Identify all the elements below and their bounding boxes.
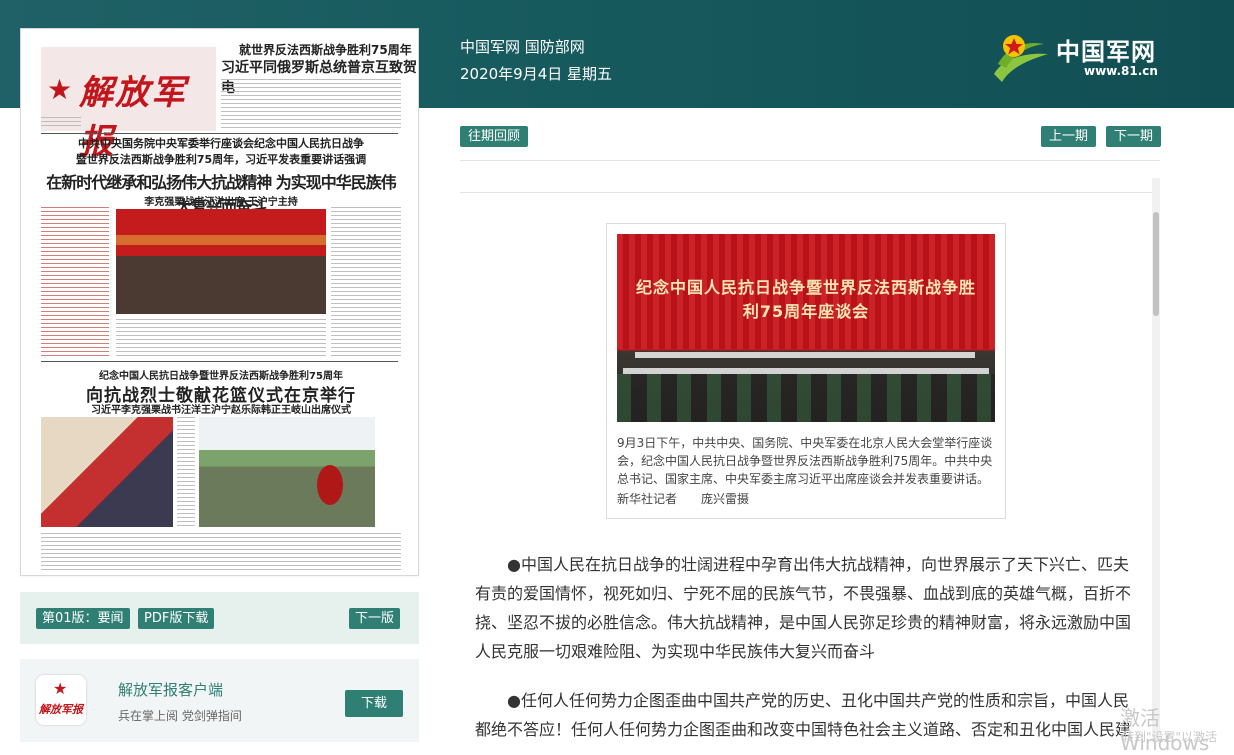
article-paragraph: ●中国人民在抗日战争的壮阔进程中孕育出伟大抗战精神，向世界展示了天下兴亡、匹夫有… <box>475 555 1132 661</box>
app-logo-icon: ★ 解放军报 <box>36 675 86 725</box>
divider <box>460 192 1160 193</box>
article-paragraph: ●任何人任何势力企图歪曲中国共产党的历史、丑化中国共产党的性质和宗旨，中国人民都… <box>475 691 1132 739</box>
newspaper-page-preview[interactable]: ★ 解放军报 就世界反法西斯战争胜利75周年 习近平同俄罗斯总统普京互致贺电 中… <box>20 28 419 576</box>
second-kicker: 纪念中国人民抗日战争暨世界反法西斯战争胜利75周年 <box>99 371 343 382</box>
article-scrollbar[interactable] <box>1152 178 1160 742</box>
divider <box>41 361 398 362</box>
next-issue-button[interactable]: 下一期 <box>1106 126 1162 147</box>
logo-url: www.81.cn <box>1084 64 1158 78</box>
lead-subhead: 李克强栗战书汪洋出席 王沪宁主持 <box>144 197 298 208</box>
wreath-photo <box>199 417 375 527</box>
activate-windows-hint: 转到"设置"以激活 <box>1122 730 1218 744</box>
photo-caption: 9月3日下午，中共中央、国务院、中央军委在北京人民大会堂举行座谈会，纪念中国人民… <box>617 436 993 486</box>
previous-issue-button[interactable]: 上一期 <box>1041 126 1097 147</box>
edition-label[interactable]: 第01版：要闻 <box>36 608 130 629</box>
scrollbar-thumb[interactable] <box>1153 212 1159 316</box>
body-text-block <box>41 207 109 357</box>
site-logo[interactable]: 中国军网 www.81.cn <box>988 30 1163 86</box>
divider <box>41 133 398 134</box>
body-text-block <box>331 207 401 357</box>
lead-kicker-1: 中共中央国务院中央军委举行座谈会纪念中国人民抗日战争 <box>78 137 364 150</box>
archive-button[interactable]: 往期回顾 <box>460 126 529 147</box>
ceremony-photo <box>41 417 173 527</box>
page-top-kicker: 就世界反法西斯战争胜利75周年 <box>239 43 412 57</box>
lead-kicker-2: 暨世界反法西斯战争胜利75周年，习近平发表重要讲话强调 <box>75 153 367 166</box>
app-promo: ★ 解放军报 解放军报客户端 兵在掌上阅 党剑弹指间 下载 <box>20 659 419 742</box>
article-photo[interactable]: 纪念中国人民抗日战争暨世界反法西斯战争胜利75周年座谈会 <box>617 234 995 422</box>
body-text-block <box>41 533 401 573</box>
edition-bar: 第01版：要闻 PDF版下载 下一版 <box>20 592 419 644</box>
body-text-block <box>221 79 401 129</box>
divider <box>460 160 1160 161</box>
star-icon: ★ <box>47 73 73 106</box>
pdf-download-button[interactable]: PDF版下载 <box>138 608 215 629</box>
header-info: 中国军网 国防部网 2020年9月4日 星期五 <box>460 34 612 88</box>
body-text-block <box>116 319 326 357</box>
article-photo-card: 纪念中国人民抗日战争暨世界反法西斯战争胜利75周年座谈会 9月3日下午，中共中央… <box>606 223 1006 519</box>
issue-date: 2020年9月4日 星期五 <box>460 65 613 83</box>
next-edition-button[interactable]: 下一版 <box>349 608 401 629</box>
logo-emblem-icon <box>994 35 1048 82</box>
app-download-button[interactable]: 下载 <box>345 690 403 717</box>
lead-photo <box>116 209 326 314</box>
app-slogan: 兵在掌上阅 党剑弹指间 <box>118 709 242 723</box>
photo-credit: 新华社记者 庞兴雷摄 <box>617 492 750 506</box>
body-text-block <box>177 417 195 527</box>
site-names[interactable]: 中国军网 国防部网 <box>460 34 612 61</box>
logo-name: 中国军网 <box>1056 38 1156 66</box>
issue-info-block <box>41 117 81 129</box>
app-name[interactable]: 解放军报客户端 <box>118 679 223 700</box>
photo-banner-text: 纪念中国人民抗日战争暨世界反法西斯战争胜利75周年座谈会 <box>635 278 976 321</box>
second-subhead: 习近平李克强栗战书汪洋王沪宁赵乐际韩正王岐山出席仪式 <box>91 405 351 416</box>
